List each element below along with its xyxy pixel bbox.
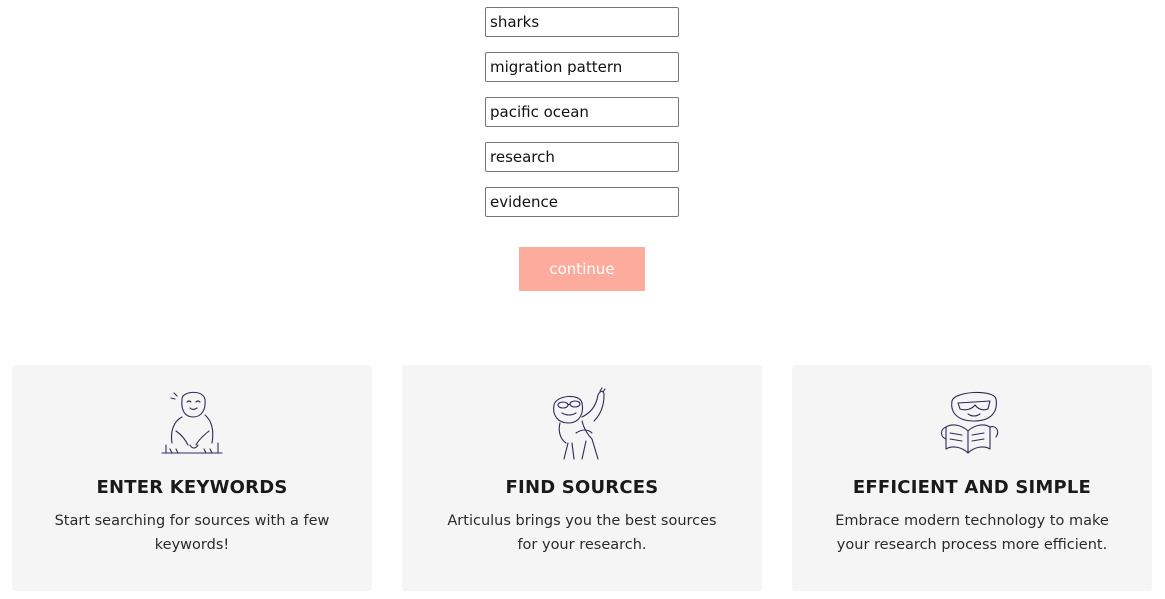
feature-card-find-sources: FIND SOURCES Articulus brings you the be…	[402, 365, 762, 591]
page: continue ENTER KEYWORDS S	[0, 0, 1165, 599]
feature-description: Start searching for sources with a few k…	[54, 513, 330, 553]
person-typing-illustration	[161, 391, 223, 454]
feature-title: FIND SOURCES	[505, 477, 659, 498]
keyword-input-4[interactable]	[485, 142, 679, 172]
feature-description: Embrace modern technology to make your r…	[835, 513, 1109, 553]
keyword-input-1[interactable]	[485, 7, 679, 37]
keyword-input-2[interactable]	[485, 52, 679, 82]
keyword-input-5[interactable]	[485, 187, 679, 217]
feature-title: ENTER KEYWORDS	[96, 477, 288, 498]
keyword-input-3[interactable]	[485, 97, 679, 127]
feature-description: Articulus brings you the best sources fo…	[447, 513, 717, 553]
feature-title: EFFICIENT AND SIMPLE	[852, 477, 1092, 498]
person-reading-illustration	[940, 391, 999, 454]
person-waving-illustration	[553, 387, 606, 460]
feature-card-efficient-and-simple: EFFICIENT AND SIMPLE Embrace modern tech…	[792, 365, 1152, 591]
continue-button[interactable]: continue	[519, 247, 645, 291]
feature-card-enter-keywords: ENTER KEYWORDS Start searching for sourc…	[12, 365, 372, 591]
